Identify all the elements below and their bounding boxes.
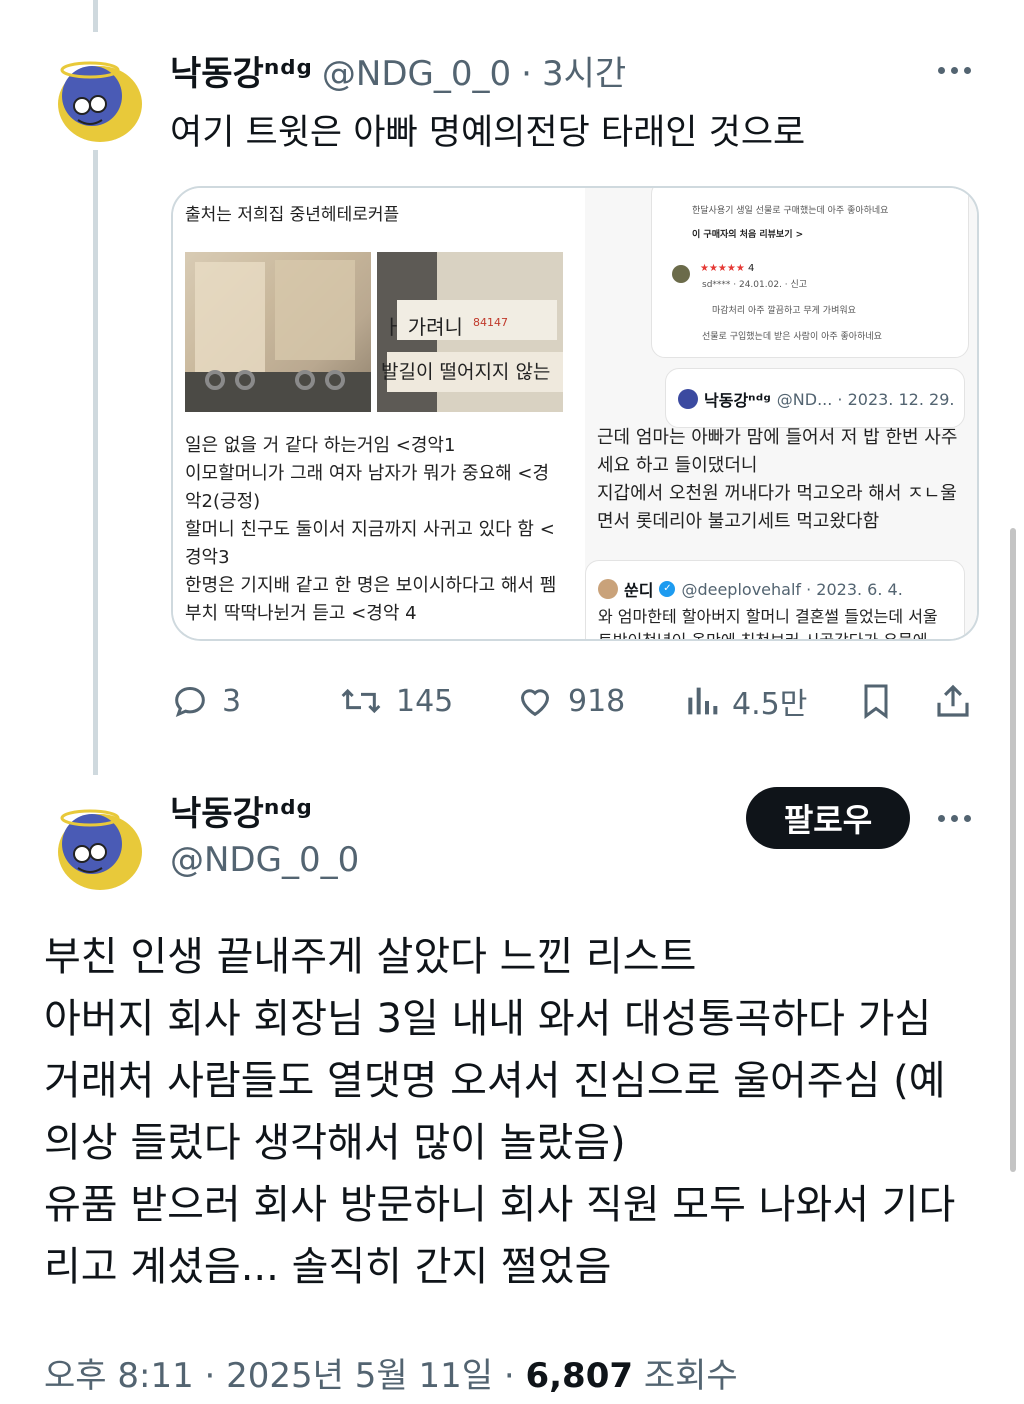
- display-name[interactable]: 낙동강ⁿᵈᵍ: [170, 46, 312, 95]
- quote-body: 와 엄마한테 할아버지 할머니 결혼썰 들었는데 서울 토박이청년이 올만에 친…: [598, 605, 938, 641]
- views-count: 4.5만: [732, 687, 808, 722]
- text-line: 면서 롯데리아 불고기세트 먹고왔다함: [597, 511, 880, 532]
- text-line: 지갑에서 오천원 꺼내다가 먹고오라 해서 ㅈㄴ울: [597, 483, 957, 504]
- quote-header: 낙동강ⁿᵈᵍ @ND... · 2023. 12. 29.: [678, 387, 954, 411]
- review-line: sd**** · 24.01.02. · 신고: [702, 280, 808, 290]
- like-count: 918: [568, 683, 626, 719]
- photo-ticket-binder: [185, 252, 371, 412]
- more-options-icon[interactable]: [934, 60, 974, 80]
- text-line: 한명은 기지배 같고 한 명은 보이시하다고 해서 펨: [185, 575, 557, 596]
- views-chart-icon: [688, 687, 718, 715]
- text-line: 와 엄마한테 할아버지 할머니 결혼썰 들었는데 서울: [598, 607, 938, 626]
- like-button[interactable]: 918: [514, 676, 625, 726]
- text-line: 할머니 친구도 둘이서 지금까지 사귀고 있다 함 <: [185, 519, 555, 540]
- image-caption: 출처는 저희집 중년헤테로커플: [185, 205, 400, 225]
- thread-connector: [93, 150, 98, 775]
- retweet-count: 145: [396, 683, 454, 719]
- quote-avatar: [678, 389, 698, 409]
- product-review-card: 한달사용기 생일 선물로 구매했는데 아주 좋아하네요 이 구매자의 처음 리뷰…: [651, 188, 969, 358]
- quote-header: 쑨디 ✓ @deeplovehalf · 2023. 6. 4.: [598, 577, 903, 601]
- tweet2-meta: 오후 8:11 · 2025년 5월 11일 · 6,807 조회수: [44, 1348, 738, 1397]
- text-line: 부치 딱딱나뉜거 듣고 <경악 4: [185, 603, 417, 624]
- post-date[interactable]: 2025년 5월 11일: [226, 1356, 493, 1396]
- tweet1-header: 낙동강ⁿᵈᵍ @NDG_0_0 · 3시간: [170, 46, 626, 95]
- separator: ·: [521, 54, 532, 94]
- star-icons: ★★★★★: [700, 263, 745, 274]
- more-options-icon[interactable]: [934, 808, 974, 828]
- tweet1-avatar[interactable]: [50, 48, 150, 148]
- review-line: 한달사용기 생일 선물로 구매했는데 아주 좋아하네요: [692, 206, 889, 216]
- avatar-image: [50, 796, 150, 896]
- review-line: 이 구매자의 처음 리뷰보기 >: [692, 230, 804, 240]
- scrollbar-thumb[interactable]: [1010, 528, 1016, 1172]
- left-screenshot-text: 일은 없을 거 같다 하는거임 <경악1 이모할머니가 그래 여자 남자가 뭐가…: [185, 432, 575, 628]
- tweet2-handle[interactable]: @NDG_0_0: [170, 840, 359, 880]
- heart-icon: [520, 689, 550, 717]
- text-line: 유품 받으러 회사 방문하니 회사 직원 모두 나와서 기다: [44, 1182, 956, 1228]
- reply-count: 3: [222, 683, 242, 719]
- handwriting-line2: 발길이 떨어지지 않는: [381, 361, 550, 383]
- media-image-right[interactable]: 한달사용기 생일 선물로 구매했는데 아주 좋아하네요 이 구매자의 처음 리뷰…: [585, 188, 977, 641]
- bookmark-icon: [864, 684, 888, 719]
- text-line: 일은 없을 거 같다 하는거임 <경악1: [185, 435, 456, 456]
- thread-connector-top: [93, 0, 98, 32]
- handwriting-line1: ㅏ 가려니: [383, 315, 463, 339]
- photo-handwritten-note: 84147 ㅏ 가려니 발길이 떨어지지 않는: [377, 252, 563, 412]
- text-line: 세요 하고 들이댔더니: [597, 455, 758, 476]
- text-line: 경악3: [185, 547, 230, 568]
- views-button[interactable]: 4.5만: [684, 676, 807, 726]
- separator: ·: [503, 1356, 515, 1396]
- text-line: 이모할머니가 그래 여자 남자가 뭐가 중요해 <경: [185, 463, 550, 484]
- text-line: 의상 들렀다 생각해서 많이 놀랐음): [44, 1120, 626, 1166]
- follow-button[interactable]: 팔로우: [746, 787, 910, 849]
- quote-avatar: [598, 579, 618, 599]
- text-line: 악2(긍정): [185, 491, 261, 512]
- tweet1-text: 여기 트윗은 아빠 명예의전당 타래인 것으로: [170, 113, 806, 153]
- avatar-image: [50, 48, 150, 148]
- quote-name: 낙동강ⁿᵈᵍ: [704, 391, 771, 410]
- share-button[interactable]: [932, 676, 974, 726]
- media-image-left[interactable]: 출처는 저희집 중년헤테로커플 84147 ㅏ 가려니 발길이 떨어지지 않는 …: [173, 188, 585, 639]
- review-score: 4: [748, 263, 755, 274]
- review-line: 마감처리 아주 깔끔하고 무게 가벼워요: [712, 306, 856, 316]
- right-screenshot-text: 근데 엄마는 아빠가 맘에 들어서 저 밥 한번 사주 세요 하고 들이댔더니 …: [597, 424, 977, 536]
- reply-button[interactable]: 3: [170, 676, 241, 726]
- reply-icon: [175, 686, 205, 718]
- view-label: 조회수: [643, 1356, 738, 1396]
- handle[interactable]: @NDG_0_0: [322, 54, 511, 94]
- text-line: 리고 계셨음... 솔직히 간지 쩔었음: [44, 1244, 612, 1290]
- text-line: 부친 인생 끝내주게 살았다 느낀 리스트: [44, 934, 697, 980]
- tweet2-display-name[interactable]: 낙동강ⁿᵈᵍ: [170, 786, 312, 835]
- review-stars: ★★★★★ 4: [700, 263, 754, 274]
- quoted-tweet-1: 낙동강ⁿᵈᵍ @ND... · 2023. 12. 29.: [665, 368, 965, 428]
- tweet1-media[interactable]: 출처는 저희집 중년헤테로커플 84147 ㅏ 가려니 발길이 떨어지지 않는 …: [171, 186, 979, 641]
- retweet-button[interactable]: 145: [338, 676, 453, 726]
- view-count: 6,807: [525, 1356, 634, 1396]
- text-line: 근데 엄마는 아빠가 맘에 들어서 저 밥 한번 사주: [597, 427, 958, 448]
- review-thumbnail: [672, 265, 690, 283]
- text-line: 아버지 회사 회장님 3일 내내 와서 대성통곡하다 가심: [44, 996, 932, 1042]
- ticket-number: 84147: [473, 316, 508, 329]
- quote-meta: @ND... · 2023. 12. 29.: [776, 389, 955, 409]
- quoted-tweet-2: 쑨디 ✓ @deeplovehalf · 2023. 6. 4. 와 엄마한테 …: [585, 560, 965, 641]
- text-line: 토박이청년이 올만에 친척보러 시골갔다가 우물에: [598, 631, 928, 641]
- verified-badge-icon: ✓: [659, 581, 676, 597]
- retweet-icon: [341, 688, 381, 714]
- review-line: 선물로 구입했는데 받은 사람이 아주 좋아하네요: [702, 332, 882, 342]
- quote-meta: @deeplovehalf · 2023. 6. 4.: [681, 579, 903, 599]
- bookmark-button[interactable]: [856, 676, 896, 726]
- quote-name: 쑨디: [624, 581, 654, 600]
- timestamp[interactable]: 3시간: [542, 46, 626, 95]
- text-line: 거래처 사람들도 열댓명 오셔서 진심으로 울어주심 (예: [44, 1058, 946, 1104]
- separator: ·: [204, 1356, 216, 1396]
- tweet2-avatar[interactable]: [50, 796, 150, 896]
- tweet1-action-bar: 3 145 918 4.5만: [170, 676, 978, 726]
- share-icon: [937, 684, 969, 717]
- post-time[interactable]: 오후 8:11: [44, 1356, 194, 1396]
- tweet2-text: 부친 인생 끝내주게 살았다 느낀 리스트 아버지 회사 회장님 3일 내내 와…: [44, 926, 984, 1298]
